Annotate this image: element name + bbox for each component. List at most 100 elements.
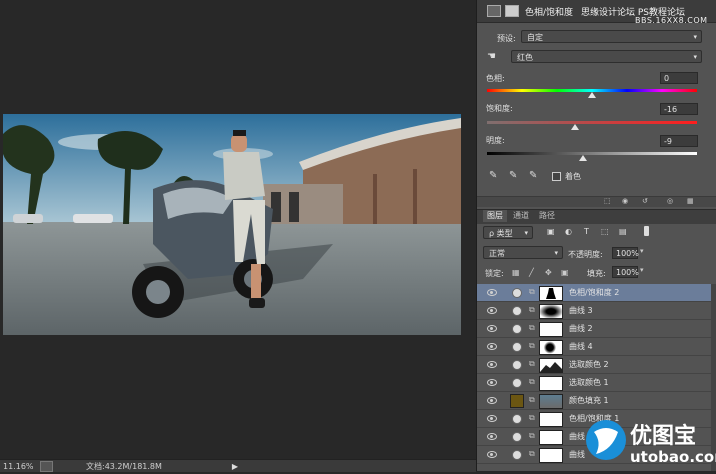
fill-input[interactable]: 100% bbox=[612, 266, 639, 278]
layer-row[interactable]: ⧉ 曲线 3 bbox=[477, 302, 711, 320]
layer-name: 选取颜色 1 bbox=[569, 378, 609, 387]
layer-row[interactable]: ⧉ 曲线 4 bbox=[477, 338, 711, 356]
adjustment-layer-icon bbox=[512, 414, 522, 424]
layer-name: 曲线 3 bbox=[569, 306, 593, 315]
eye-icon[interactable] bbox=[487, 361, 497, 368]
layer-row[interactable]: ⧉ 选取颜色 1 bbox=[477, 374, 711, 392]
eye-icon[interactable] bbox=[487, 379, 497, 386]
layer-name: 曲线 2 bbox=[569, 324, 593, 333]
utobao-watermark: 优图宝 utobao.com bbox=[582, 410, 716, 471]
layer-mask-thumbnail[interactable] bbox=[539, 448, 563, 463]
adjustment-icon[interactable] bbox=[487, 5, 501, 17]
eyedropper-icon[interactable]: ✎ bbox=[489, 170, 497, 181]
eye-icon[interactable] bbox=[487, 343, 497, 350]
layer-mask-thumbnail[interactable] bbox=[539, 376, 563, 391]
opacity-input[interactable]: 100% bbox=[612, 247, 639, 259]
eye-icon[interactable] bbox=[487, 433, 497, 440]
view-previous-icon[interactable]: ◉ bbox=[622, 197, 628, 205]
fill-chevron-icon[interactable]: ▾ bbox=[640, 266, 644, 274]
canvas-photo bbox=[3, 114, 461, 335]
saturation-slider[interactable] bbox=[487, 121, 697, 124]
preset-dropdown[interactable]: 自定 ▾ bbox=[521, 30, 702, 43]
layer-row[interactable]: ⧉ 曲线 2 bbox=[477, 320, 711, 338]
layer-mask-thumbnail[interactable] bbox=[539, 412, 563, 427]
tab-paths[interactable]: 路径 bbox=[535, 210, 559, 222]
filter-shape-icon[interactable]: ⬚ bbox=[601, 227, 609, 236]
adjustment-layer-icon bbox=[512, 306, 522, 316]
layer-filter-dropdown[interactable]: ρ 类型 ▾ bbox=[483, 226, 533, 239]
filter-pixel-icon[interactable]: ▣ bbox=[547, 227, 555, 236]
saturation-thumb[interactable] bbox=[571, 124, 580, 130]
lightness-slider[interactable] bbox=[487, 152, 697, 155]
eye-icon[interactable] bbox=[487, 325, 497, 332]
filter-type-icon[interactable]: T bbox=[584, 227, 589, 236]
zoom-level[interactable]: 11.16% bbox=[3, 462, 37, 471]
reset-icon[interactable]: ↺ bbox=[642, 197, 648, 205]
layer-mask-thumbnail[interactable] bbox=[539, 430, 563, 445]
filter-toggle-icon[interactable] bbox=[644, 226, 649, 236]
eye-icon[interactable] bbox=[487, 307, 497, 314]
opacity-chevron-icon[interactable]: ▾ bbox=[640, 247, 644, 255]
properties-header: 色相/饱和度 思缘设计论坛 PS教程论坛 BBS.16XX8.COM bbox=[477, 0, 716, 25]
chevron-down-icon: ▾ bbox=[693, 53, 697, 61]
right-panel: 色相/饱和度 思缘设计论坛 PS教程论坛 BBS.16XX8.COM 预设: 自… bbox=[476, 0, 716, 471]
lightness-label: 明度: bbox=[486, 136, 505, 145]
layer-row[interactable]: ⧉ 选取颜色 2 bbox=[477, 356, 711, 374]
doc-size: 文档:43.2M/181.8M bbox=[86, 461, 162, 471]
layer-mask-thumbnail[interactable] bbox=[539, 340, 563, 355]
layer-row[interactable]: ⧉ 色相/饱和度 2 bbox=[477, 284, 711, 302]
colorize-checkbox[interactable] bbox=[552, 172, 561, 181]
layer-mask-thumbnail[interactable] bbox=[539, 358, 563, 373]
adjustment-layer-icon bbox=[512, 450, 522, 460]
eye-icon[interactable] bbox=[487, 451, 497, 458]
hue-input[interactable]: 0 bbox=[660, 72, 698, 84]
hand-tool-icon[interactable]: ☚ bbox=[487, 51, 496, 62]
eyedropper-plus-icon[interactable]: ✎ bbox=[509, 170, 517, 181]
channel-dropdown[interactable]: 红色 ▾ bbox=[511, 50, 702, 63]
eyedropper-minus-icon[interactable]: ✎ bbox=[529, 170, 537, 181]
adjustment-layer-icon bbox=[512, 432, 522, 442]
mask-icon[interactable] bbox=[505, 5, 519, 17]
layer-mask-thumbnail[interactable] bbox=[539, 304, 563, 319]
expand-arrow-icon[interactable]: ▶ bbox=[232, 462, 238, 471]
tab-layers[interactable]: 图层 bbox=[483, 210, 507, 222]
trash-icon[interactable]: ▦ bbox=[687, 197, 694, 205]
layer-mask-thumbnail[interactable] bbox=[539, 286, 563, 301]
fill-label: 填充: bbox=[587, 269, 606, 278]
eye-icon[interactable] bbox=[487, 415, 497, 422]
motorcycle-photo bbox=[3, 114, 461, 335]
lock-paint-icon[interactable]: ╱ bbox=[529, 268, 534, 277]
lightness-input[interactable]: -9 bbox=[660, 135, 698, 147]
layer-name: 颜色填充 1 bbox=[569, 396, 609, 405]
tab-channels[interactable]: 通道 bbox=[509, 210, 533, 222]
link-icon: ⧉ bbox=[529, 323, 535, 332]
link-icon: ⧉ bbox=[529, 449, 535, 458]
chevron-down-icon: ▾ bbox=[524, 229, 528, 237]
lock-move-icon[interactable]: ✥ bbox=[545, 268, 552, 277]
adjustment-layer-icon bbox=[512, 360, 522, 370]
layer-mask-thumbnail[interactable] bbox=[539, 322, 563, 337]
blend-mode-dropdown[interactable]: 正常 ▾ bbox=[483, 246, 563, 259]
properties-title: 色相/饱和度 bbox=[525, 8, 574, 18]
properties-footer bbox=[477, 196, 716, 207]
share-icon[interactable] bbox=[40, 460, 53, 472]
filter-adjust-icon[interactable]: ◐ bbox=[565, 227, 572, 236]
lock-transparent-icon[interactable]: ▦ bbox=[512, 268, 520, 277]
fill-swatch[interactable] bbox=[510, 394, 524, 408]
visibility-icon[interactable]: ◎ bbox=[667, 197, 673, 205]
saturation-input[interactable]: -16 bbox=[660, 103, 698, 115]
link-icon: ⧉ bbox=[529, 341, 535, 350]
eye-icon[interactable] bbox=[487, 397, 497, 404]
hue-thumb[interactable] bbox=[588, 92, 596, 98]
document-canvas[interactable] bbox=[0, 0, 476, 459]
lock-all-icon[interactable]: ▣ bbox=[561, 268, 569, 277]
lightness-thumb[interactable] bbox=[578, 155, 587, 161]
layer-mask-thumbnail[interactable] bbox=[539, 394, 563, 409]
layer-row[interactable]: ⧉ 颜色填充 1 bbox=[477, 392, 711, 410]
filter-smart-icon[interactable]: ▤ bbox=[619, 227, 627, 236]
channel-value: 红色 bbox=[517, 53, 533, 62]
chevron-down-icon: ▾ bbox=[554, 249, 558, 257]
clip-icon[interactable]: ⬚ bbox=[604, 197, 611, 205]
eye-icon[interactable] bbox=[487, 289, 497, 296]
link-icon: ⧉ bbox=[529, 395, 535, 404]
